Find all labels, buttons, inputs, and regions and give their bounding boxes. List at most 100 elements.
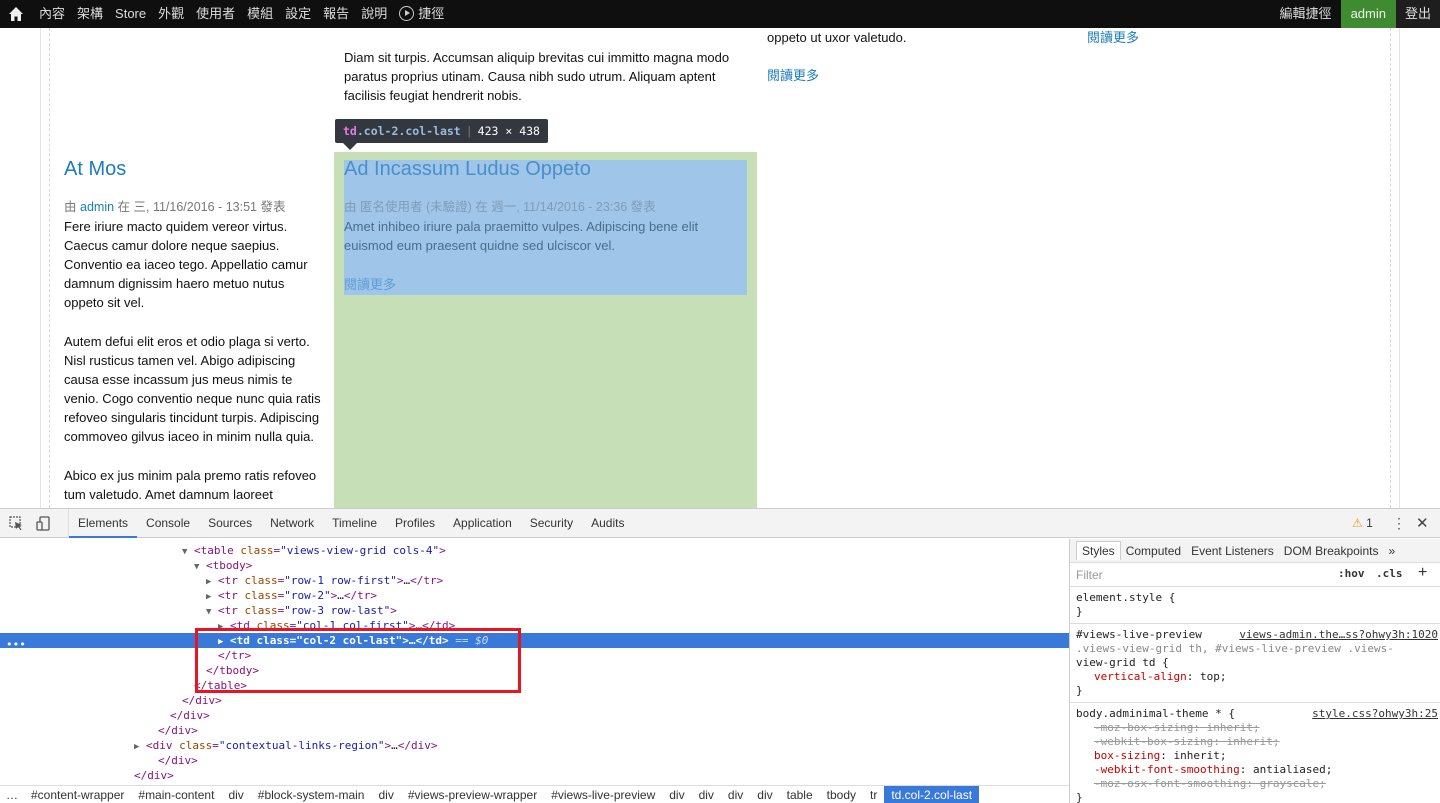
breadcrumb-item[interactable]: div <box>662 786 691 803</box>
css-property: -moz-osx-font-smoothing <box>1094 777 1247 790</box>
adminimal-theme-rule[interactable]: style.css?ohwy3h:25 body.adminimal-theme… <box>1070 703 1440 803</box>
class-toggle[interactable]: .cls <box>1376 567 1403 580</box>
dom-node-selected[interactable]: ▶ <td class="col-2 col-last">…</td> == $0 <box>0 633 1069 648</box>
dom-node[interactable]: ▶ <tr class="row-2">…</tr> <box>0 588 1069 603</box>
dom-node[interactable]: ▶ <tr class="row-1 row-first">…</tr> <box>0 573 1069 588</box>
dom-node[interactable]: </table> <box>0 678 1069 693</box>
dom-node[interactable]: </div> <box>0 723 1069 738</box>
rule-source-link[interactable]: views-admin.the…ss?ohwy3h:1020 <box>1239 628 1438 642</box>
breadcrumb-overflow[interactable]: … <box>0 788 24 802</box>
more-options-icon[interactable]: ⋮ <box>1392 515 1406 532</box>
tooltip-tag: td <box>343 124 357 138</box>
rule-source-link[interactable]: style.css?ohwy3h:25 <box>1312 707 1438 721</box>
dom-node[interactable]: </tr> <box>0 648 1069 663</box>
read-more-link-ad-incassum[interactable]: 閱讀更多 <box>344 275 396 294</box>
close-devtools-icon[interactable]: ✕ <box>1416 514 1429 532</box>
css-property: box-sizing <box>1094 749 1161 762</box>
tab-sources[interactable]: Sources <box>199 509 261 538</box>
frame-border-left <box>40 28 41 508</box>
css-declaration[interactable]: box-sizing: inherit; <box>1076 749 1434 763</box>
tab-application[interactable]: Application <box>444 509 521 538</box>
tab-elements[interactable]: Elements <box>69 509 138 538</box>
rule-selector: element.style { <box>1076 591 1176 604</box>
tab-network[interactable]: Network <box>261 509 323 538</box>
breadcrumb-item[interactable]: div <box>692 786 721 803</box>
dom-node-markup: </div> <box>170 709 210 722</box>
css-value: : inherit; <box>1213 735 1280 748</box>
read-more-link-top-far-right[interactable]: 閱讀更多 <box>1087 28 1139 47</box>
breadcrumb-item[interactable]: table <box>780 786 820 803</box>
menu-item-store[interactable]: Store <box>109 0 152 28</box>
tab-profiles[interactable]: Profiles <box>386 509 444 538</box>
menu-item-configuration[interactable]: 設定 <box>279 0 317 28</box>
menu-item-reports[interactable]: 報告 <box>317 0 355 28</box>
breadcrumb-item[interactable]: div <box>721 786 750 803</box>
dom-node[interactable]: </div> <box>0 693 1069 708</box>
dom-node[interactable]: ▼ <table class="views-view-grid cols-4"> <box>0 543 1069 558</box>
edit-shortcuts-link[interactable]: 編輯捷徑 <box>1271 0 1341 28</box>
tab-console[interactable]: Console <box>137 509 199 538</box>
dom-node[interactable]: ▼ <tr class="row-3 row-last"> <box>0 603 1069 618</box>
css-declaration[interactable]: vertical-align: top; <box>1076 670 1434 684</box>
breadcrumb-item[interactable]: div <box>221 786 250 803</box>
device-mode-icon[interactable] <box>36 516 51 531</box>
home-icon[interactable] <box>8 6 24 22</box>
menu-item-appearance[interactable]: 外觀 <box>152 0 190 28</box>
dom-node[interactable]: </div> <box>0 768 1069 783</box>
tab-security[interactable]: Security <box>521 509 582 538</box>
dom-node[interactable]: ▶ <td class="col-1 col-first">…</td> <box>0 618 1069 633</box>
dom-node[interactable]: </div> <box>0 708 1069 723</box>
author-link[interactable]: admin <box>80 200 114 214</box>
text-line: refoveo singularis tincidunt turpis. Adi… <box>64 410 320 425</box>
tab-event-listeners[interactable]: Event Listeners <box>1186 542 1279 560</box>
breadcrumb-item[interactable]: td.col-2.col-last <box>884 786 980 803</box>
tab-computed[interactable]: Computed <box>1121 542 1186 560</box>
styles-filter-input[interactable]: Filter <box>1076 568 1103 582</box>
breadcrumb-item[interactable]: #content-wrapper <box>24 786 131 803</box>
node-actions-icon[interactable]: ••• <box>6 638 26 651</box>
dom-node[interactable]: </div> <box>0 753 1069 768</box>
menu-item-structure[interactable]: 架構 <box>71 0 109 28</box>
new-rule-icon[interactable]: + <box>1418 564 1427 582</box>
breadcrumb-item[interactable]: div <box>371 786 400 803</box>
breadcrumb-item[interactable]: #views-preview-wrapper <box>401 786 544 803</box>
inspect-element-icon[interactable] <box>9 516 24 531</box>
rule-close: } <box>1076 684 1083 697</box>
element-style-rule[interactable]: element.style { } <box>1070 587 1440 624</box>
menu-item-help[interactable]: 說明 <box>355 0 393 28</box>
breadcrumb-item[interactable]: div <box>750 786 779 803</box>
breadcrumb-item[interactable]: #main-content <box>131 786 221 803</box>
breadcrumb-item[interactable]: tr <box>863 786 884 803</box>
breadcrumb-item[interactable]: #block-system-main <box>251 786 372 803</box>
more-tabs-icon[interactable]: » <box>1383 542 1400 560</box>
warning-counter[interactable]: ⚠ 1 <box>1352 516 1373 530</box>
menu-item-shortcuts[interactable]: 捷徑 <box>393 0 450 28</box>
hover-state-toggle[interactable]: :hov <box>1338 567 1365 580</box>
article-title-ad-incassum[interactable]: Ad Incassum Ludus Oppeto <box>344 158 591 181</box>
breadcrumb-item[interactable]: #views-live-preview <box>544 786 662 803</box>
menu-item-people[interactable]: 使用者 <box>190 0 241 28</box>
tab-timeline[interactable]: Timeline <box>323 509 386 538</box>
dom-node[interactable]: ▶ <div class="contextual-links-region">…<… <box>0 738 1069 753</box>
css-value: : grayscale; <box>1246 777 1326 790</box>
text-line: Caecus camur dolore neque saepius. <box>64 238 280 253</box>
dom-node[interactable]: </tbody> <box>0 663 1069 678</box>
tooltip-size: 423 × 438 <box>477 124 540 138</box>
dom-node[interactable]: ▼ <tbody> <box>0 558 1069 573</box>
read-more-link-top-right[interactable]: 閱讀更多 <box>767 66 819 85</box>
menu-item-modules[interactable]: 模組 <box>241 0 279 28</box>
tab-styles[interactable]: Styles <box>1076 541 1121 560</box>
css-declaration[interactable]: -moz-osx-font-smoothing: grayscale; <box>1076 777 1434 791</box>
css-declaration[interactable]: -webkit-font-smoothing: antialiased; <box>1076 763 1434 777</box>
css-declaration[interactable]: -moz-box-sizing: inherit; <box>1076 721 1434 735</box>
article-title-at-mos[interactable]: At Mos <box>64 158 126 181</box>
menu-item-content[interactable]: 內容 <box>33 0 71 28</box>
user-account-link[interactable]: admin <box>1340 0 1396 28</box>
logout-link[interactable]: 登出 <box>1395 0 1440 28</box>
css-property: -webkit-box-sizing <box>1094 735 1214 748</box>
css-declaration[interactable]: -webkit-box-sizing: inherit; <box>1076 735 1434 749</box>
breadcrumb-item[interactable]: tbody <box>820 786 863 803</box>
views-grid-rule[interactable]: views-admin.the…ss?ohwy3h:1020 #views-li… <box>1070 624 1440 703</box>
tab-dom-breakpoints[interactable]: DOM Breakpoints <box>1279 542 1384 560</box>
tab-audits[interactable]: Audits <box>582 509 633 538</box>
